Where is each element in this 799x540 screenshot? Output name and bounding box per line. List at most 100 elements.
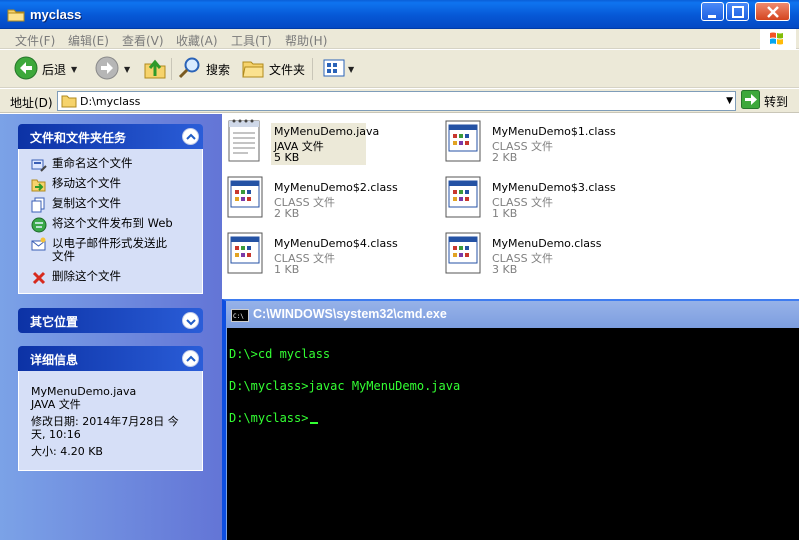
forward-dropdown-icon[interactable]: ▼ [124,65,130,74]
details-modified-1: 修改日期: 2014年7月28日 今 [31,415,179,428]
file-item[interactable]: MyMenuDemo$3.class CLASS 文件 1 KB [444,173,654,223]
details-filetype: JAVA 文件 [31,398,81,411]
up-folder-icon [143,56,167,83]
menu-bar: 文件(F) 编辑(E) 查看(V) 收藏(A) 工具(T) 帮助(H) [0,29,799,49]
task-pane: 文件和文件夹任务 重命名这个文件 移动这个文件 复制这个文件 将这个文件发布到 … [0,114,222,540]
address-dropdown-icon[interactable]: ▼ [726,96,733,106]
address-value: D:\myclass [80,95,141,108]
minimize-button[interactable] [701,2,724,21]
class-file-icon [226,173,266,224]
forward-button[interactable]: ▼ [95,56,130,82]
details-modified-2: 天, 10:16 [31,428,81,441]
file-item[interactable]: MyMenuDemo$2.class CLASS 文件 2 KB [226,173,436,223]
file-item[interactable]: MyMenuDemo.java JAVA 文件 5 KB [226,117,436,167]
menu-favorites[interactable]: 收藏(A) [176,32,218,49]
task-copy[interactable]: 复制这个文件 [31,197,121,216]
title-bar[interactable]: myclass [0,0,799,29]
other-places-header[interactable]: 其它位置 [18,308,203,333]
task-rename[interactable]: 重命名这个文件 [31,157,133,176]
file-size: 3 KB [492,263,518,276]
file-size: 1 KB [492,207,518,220]
views-dropdown-icon[interactable]: ▼ [348,65,354,74]
folder-icon [7,7,25,25]
file-size: 2 KB [274,207,300,220]
task-email[interactable]: 以电子邮件形式发送此文件 [31,237,177,263]
details-filename: MyMenuDemo.java [31,385,137,398]
back-button[interactable]: 后退 ▼ [14,56,77,82]
collapse-chevron-icon[interactable] [182,128,199,145]
task-rename-label: 重命名这个文件 [52,156,133,170]
views-icon [322,56,346,83]
file-size: 1 KB [274,263,300,276]
task-move-label: 移动这个文件 [52,176,121,190]
search-button[interactable]: 搜索 [178,56,230,82]
console-prompt: D:\myclass> [229,411,319,425]
address-bar: 地址(D) D:\myclass ▼ 转到 [0,89,799,113]
address-field[interactable]: D:\myclass ▼ [57,91,736,111]
go-label: 转到 [764,94,789,109]
task-delete[interactable]: 删除这个文件 [31,270,121,289]
file-item[interactable]: MyMenuDemo.class CLASS 文件 3 KB [444,229,654,279]
copy-icon [31,197,47,216]
details-body: MyMenuDemo.java JAVA 文件 修改日期: 2014年7月28日… [18,371,203,471]
file-list: MyMenuDemo.java JAVA 文件 5 KB MyMenuDemo$… [222,114,799,299]
folders-label: 文件夹 [269,62,306,77]
email-icon [31,237,47,256]
file-tasks-title: 文件和文件夹任务 [30,131,127,145]
menu-tools[interactable]: 工具(T) [231,32,272,49]
collapse-chevron-icon[interactable] [182,350,199,367]
file-size: 2 KB [492,151,518,164]
console-line: D:\myclass>javac MyMenuDemo.java [229,379,461,393]
folders-icon [241,56,265,83]
windows-logo-icon [760,29,796,49]
menu-view[interactable]: 查看(V) [122,32,164,49]
back-arrow-icon [14,56,38,83]
task-move[interactable]: 移动这个文件 [31,177,121,196]
cmd-console[interactable]: D:\>cd myclass D:\myclass>javac MyMenuDe… [227,328,799,540]
task-email-label: 以电子邮件形式发送此文件 [52,236,167,263]
views-button[interactable]: ▼ [322,56,354,82]
file-tasks-panel: 文件和文件夹任务 重命名这个文件 移动这个文件 复制这个文件 将这个文件发布到 … [18,124,203,294]
back-dropdown-icon[interactable]: ▼ [71,65,77,74]
details-size: 大小: 4.20 KB [31,445,103,458]
cmd-title-bar[interactable]: C:\ C:\WINDOWS\system32\cmd.exe [226,301,799,328]
text-cursor [310,422,319,424]
file-tasks-header[interactable]: 文件和文件夹任务 [18,124,203,149]
file-name: MyMenuDemo$3.class [492,181,616,194]
class-file-icon [226,229,266,280]
globe-icon [31,217,47,236]
cmd-icon: C:\ [231,309,249,325]
text-file-icon [226,117,264,168]
window-title: myclass [30,7,82,22]
up-folder-button[interactable] [143,56,167,82]
details-header[interactable]: 详细信息 [18,346,203,371]
file-item[interactable]: MyMenuDemo$4.class CLASS 文件 1 KB [226,229,436,279]
file-tasks-body: 重命名这个文件 移动这个文件 复制这个文件 将这个文件发布到 Web 以电子邮件… [18,149,203,294]
task-publish-web[interactable]: 将这个文件发布到 Web [31,217,173,236]
forward-arrow-icon [95,56,119,83]
maximize-button[interactable] [726,2,749,21]
search-label: 搜索 [206,62,231,77]
go-button[interactable]: 转到 [741,90,789,112]
close-button[interactable] [755,2,790,21]
go-arrow-icon [741,90,760,112]
file-name: MyMenuDemo$2.class [274,181,398,194]
folder-icon [61,94,77,111]
expand-chevron-icon[interactable] [182,312,199,329]
console-line: D:\>cd myclass [229,347,331,361]
class-file-icon [444,173,484,224]
svg-text:C:\: C:\ [233,313,244,320]
folders-button[interactable]: 文件夹 [241,56,305,82]
menu-file[interactable]: 文件(F) [15,32,55,49]
move-icon [31,177,47,196]
task-delete-label: 删除这个文件 [52,269,121,283]
cmd-title: C:\WINDOWS\system32\cmd.exe [253,307,447,321]
task-copy-label: 复制这个文件 [52,196,121,210]
toolbar: 后退 ▼ ▼ 搜索 文件夹 ▼ [0,50,799,88]
file-name: MyMenuDemo.java [274,125,380,138]
file-item[interactable]: MyMenuDemo$1.class CLASS 文件 2 KB [444,117,654,167]
address-label: 地址(D) [10,96,53,110]
menu-help[interactable]: 帮助(H) [285,32,327,49]
console-prompt-text: D:\myclass> [229,411,309,425]
menu-edit[interactable]: 编辑(E) [68,32,109,49]
